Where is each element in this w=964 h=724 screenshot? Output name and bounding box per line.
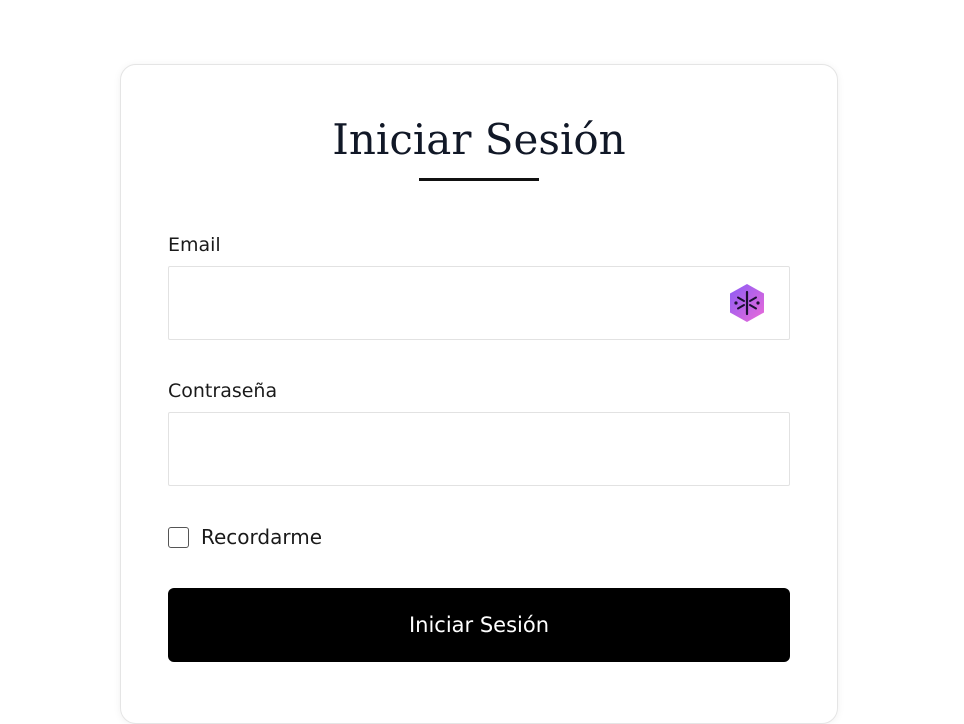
- email-field[interactable]: [169, 267, 789, 339]
- page-title: Iniciar Sesión: [332, 115, 626, 164]
- submit-button[interactable]: Iniciar Sesión: [168, 588, 790, 662]
- password-field[interactable]: [169, 413, 789, 485]
- remember-label[interactable]: Recordarme: [201, 524, 322, 550]
- password-manager-icon[interactable]: [726, 282, 768, 324]
- password-field-container: [168, 412, 790, 486]
- title-underline: [419, 178, 539, 181]
- email-label: Email: [168, 234, 221, 256]
- email-field-container: [168, 266, 790, 340]
- remember-checkbox[interactable]: [168, 527, 189, 548]
- password-label: Contraseña: [168, 380, 278, 402]
